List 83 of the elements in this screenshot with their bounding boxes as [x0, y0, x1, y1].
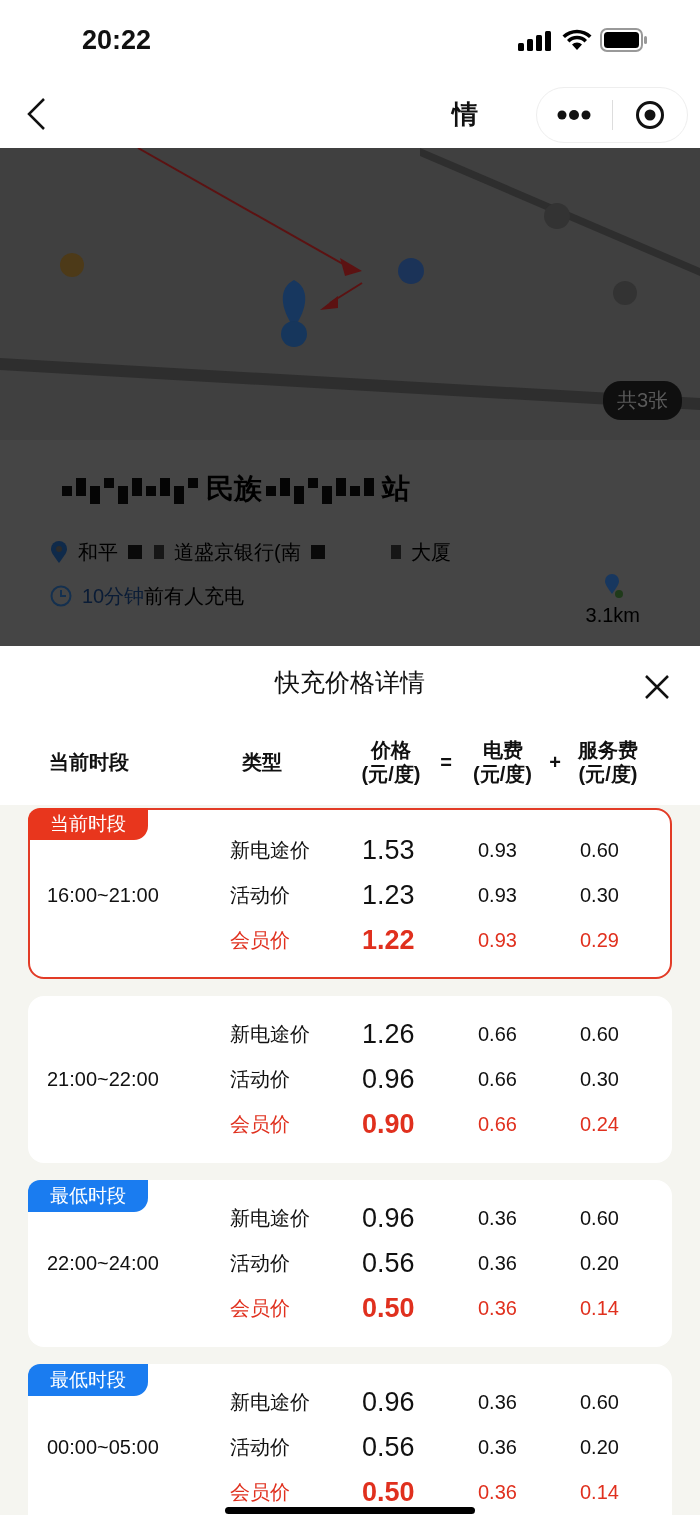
- total-price: 0.96: [362, 1203, 416, 1234]
- total-price: 0.96: [362, 1387, 416, 1418]
- service-fee: 0.14: [580, 1297, 620, 1320]
- electricity-fee: 0.93: [478, 839, 518, 862]
- total-price: 0.90: [362, 1109, 416, 1140]
- time-range: 00:00~05:00: [47, 1436, 159, 1459]
- total-price: 0.50: [362, 1477, 416, 1508]
- total-price: 1.22: [362, 925, 416, 956]
- electricity-fee: 0.93: [478, 884, 518, 907]
- price-type: 新电途价: [230, 1390, 311, 1415]
- location-pin-icon: [50, 540, 68, 564]
- service-fee: 0.60: [580, 1391, 620, 1414]
- service-fee: 0.30: [580, 1068, 620, 1091]
- electricity-fee: 0.93: [478, 929, 518, 952]
- electricity-fee: 0.36: [478, 1252, 518, 1275]
- column-header: 电费 (元/度): [472, 737, 533, 786]
- column-header: 服务费 (元/度): [576, 737, 639, 786]
- electricity-fee: 0.66: [478, 1023, 518, 1046]
- photo-count-badge[interactable]: 共3张: [602, 381, 682, 420]
- page-title: 情: [452, 97, 478, 131]
- price-type: 会员价: [230, 1480, 291, 1505]
- electricity-fee: 0.36: [478, 1391, 518, 1414]
- time-range: 21:00~22:00: [47, 1068, 159, 1091]
- plus-sign: +: [548, 749, 562, 774]
- service-fee: 0.60: [580, 1207, 620, 1230]
- total-price: 0.56: [362, 1248, 416, 1279]
- wifi-icon: [562, 29, 592, 51]
- service-fee: 0.60: [580, 1023, 620, 1046]
- price-type: 活动价: [230, 1251, 291, 1276]
- price-type: 会员价: [230, 1296, 291, 1321]
- price-type: 活动价: [230, 1435, 291, 1460]
- time-range: 22:00~24:00: [47, 1252, 159, 1275]
- more-icon: [557, 110, 592, 120]
- total-price: 1.23: [362, 880, 416, 911]
- address-text: 道盛京银行(南: [174, 539, 301, 565]
- equals-sign: =: [439, 749, 453, 774]
- price-type: 活动价: [230, 1067, 291, 1092]
- price-type: 新电途价: [230, 838, 311, 863]
- address-text: 大厦: [410, 539, 451, 565]
- close-icon[interactable]: [644, 674, 670, 700]
- electricity-fee: 0.36: [478, 1207, 518, 1230]
- period-badge: 当前时段: [28, 808, 148, 840]
- distance-text: 3.1km: [585, 604, 640, 627]
- service-fee: 0.24: [580, 1113, 620, 1136]
- total-price: 0.56: [362, 1432, 416, 1463]
- target-icon: [634, 100, 665, 130]
- wait-time: 10分钟: [82, 583, 145, 609]
- price-type: 活动价: [230, 883, 291, 908]
- total-price: 0.50: [362, 1293, 416, 1324]
- wait-text: 前有人充电: [144, 583, 245, 609]
- service-fee: 0.30: [580, 884, 620, 907]
- electricity-fee: 0.36: [478, 1297, 518, 1320]
- service-fee: 0.60: [580, 839, 620, 862]
- column-header: 类型: [242, 749, 283, 774]
- clock-icon: [50, 585, 72, 607]
- sheet-title: 快充价格详情: [275, 666, 425, 698]
- station-name: 站: [382, 472, 410, 506]
- total-price: 0.96: [362, 1064, 416, 1095]
- price-type: 新电途价: [230, 1022, 311, 1047]
- address-text: 和平: [78, 539, 118, 565]
- price-type: 会员价: [230, 1112, 291, 1137]
- status-time: 20:22: [82, 24, 152, 56]
- price-type: 会员价: [230, 928, 291, 953]
- column-header: 价格 (元/度): [360, 737, 422, 786]
- period-badge: 最低时段: [28, 1364, 148, 1396]
- battery-icon: [600, 28, 648, 52]
- electricity-fee: 0.36: [478, 1436, 518, 1459]
- service-fee: 0.20: [580, 1436, 620, 1459]
- service-fee: 0.29: [580, 929, 620, 952]
- station-name: 民族: [206, 472, 262, 506]
- total-price: 1.53: [362, 835, 416, 866]
- signal-icon: [518, 29, 554, 51]
- electricity-fee: 0.66: [478, 1068, 518, 1091]
- electricity-fee: 0.66: [478, 1113, 518, 1136]
- service-fee: 0.20: [580, 1252, 620, 1275]
- time-range: 16:00~21:00: [47, 884, 159, 907]
- electricity-fee: 0.36: [478, 1481, 518, 1504]
- total-price: 1.26: [362, 1019, 416, 1050]
- service-fee: 0.14: [580, 1481, 620, 1504]
- redaction-drawing: [128, 542, 164, 562]
- price-type: 新电途价: [230, 1206, 311, 1231]
- period-badge: 最低时段: [28, 1180, 148, 1212]
- column-header: 当前时段: [48, 749, 130, 774]
